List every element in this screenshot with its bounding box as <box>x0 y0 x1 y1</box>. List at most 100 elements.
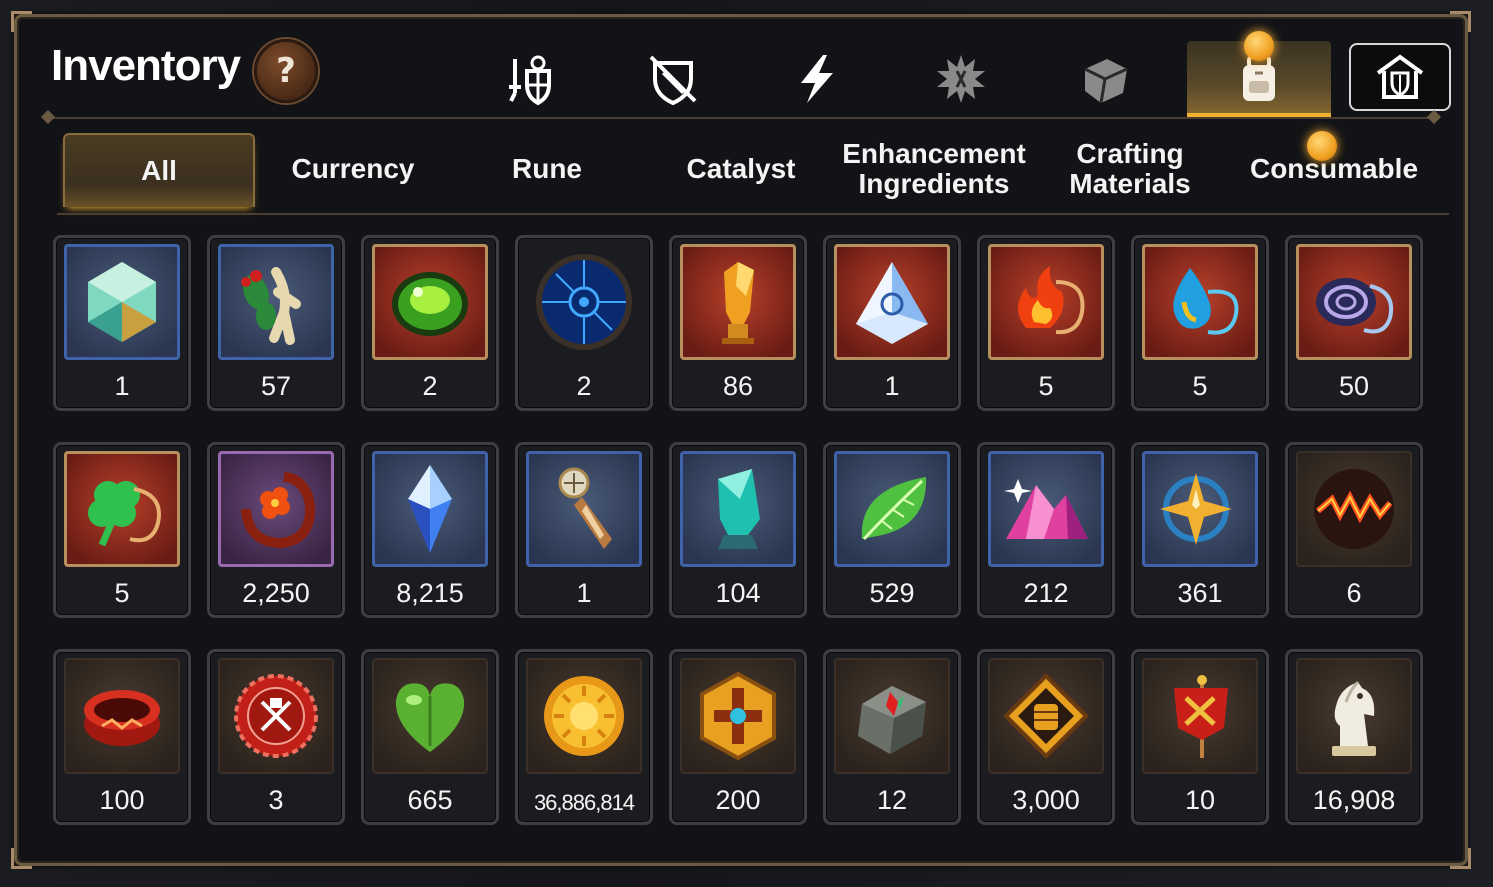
item-quantity: 10 <box>1184 785 1216 815</box>
item-art <box>526 451 642 567</box>
item-quantity: 2 <box>422 371 438 401</box>
item-quantity: 529 <box>869 578 915 608</box>
inventory-panel: Inventory ? All Currency Rune Catalyst E… <box>11 11 1471 869</box>
tab-currency[interactable]: Currency <box>259 133 447 205</box>
item-art <box>1296 658 1412 774</box>
green-leaf-icon <box>861 477 927 541</box>
item-slot[interactable]: 8,215 <box>361 442 499 618</box>
item-quantity: 5 <box>114 578 130 608</box>
item-slot[interactable]: 36,886,814 <box>515 649 653 825</box>
item-slot[interactable]: 2 <box>515 235 653 411</box>
tab-skills[interactable] <box>745 41 889 117</box>
item-art <box>372 658 488 774</box>
tab-clan-storage[interactable] <box>1349 43 1451 111</box>
red-bracelet-icon <box>84 690 160 746</box>
blue-crystal-icon <box>408 465 452 553</box>
page-title: Inventory <box>51 41 241 90</box>
item-art <box>64 244 180 360</box>
tab-shards[interactable] <box>1033 41 1177 117</box>
spiral-amulet-icon <box>1316 278 1393 334</box>
item-slot[interactable]: 361 <box>1131 442 1269 618</box>
item-slot[interactable]: 5 <box>977 235 1115 411</box>
tab-label: Catalyst <box>686 153 796 184</box>
item-art <box>988 244 1104 360</box>
gold-cross-emblem-icon <box>700 671 776 761</box>
notification-dot <box>1244 31 1274 61</box>
tab-all[interactable]: All <box>63 133 255 207</box>
item-slot[interactable]: 3 <box>207 649 345 825</box>
tab-armor[interactable] <box>601 41 745 117</box>
item-slot[interactable]: 5 <box>53 442 191 618</box>
war-banner-icon <box>1174 675 1228 758</box>
item-slot[interactable]: 665 <box>361 649 499 825</box>
item-quantity: 57 <box>260 371 292 401</box>
sub-tabs: All Currency Rune Catalyst Enhancement I… <box>63 131 1443 209</box>
item-slot[interactable]: 200 <box>669 649 807 825</box>
item-quantity: 5 <box>1038 371 1054 401</box>
item-slot[interactable]: 86 <box>669 235 807 411</box>
item-art <box>218 244 334 360</box>
water-amulet-icon <box>1173 268 1239 335</box>
item-quantity: 3 <box>268 785 284 815</box>
item-quantity: 6 <box>1346 578 1362 608</box>
lightning-bolt-icon <box>801 55 833 103</box>
item-quantity: 1 <box>114 371 130 401</box>
star-amulet-icon <box>1160 473 1232 545</box>
item-art <box>988 451 1104 567</box>
item-art <box>680 451 796 567</box>
item-quantity: 212 <box>1023 578 1069 608</box>
item-slot[interactable]: 3,000 <box>977 649 1115 825</box>
item-slot[interactable]: 529 <box>823 442 961 618</box>
teal-crystal-icon <box>718 469 760 549</box>
item-quantity: 5 <box>1192 371 1208 401</box>
tab-artifacts[interactable] <box>889 41 1033 117</box>
tab-catalyst[interactable]: Catalyst <box>647 133 835 205</box>
item-art <box>1142 658 1258 774</box>
item-slot[interactable]: 2,250 <box>207 442 345 618</box>
help-button[interactable]: ? <box>254 39 318 103</box>
item-slot[interactable]: 50 <box>1285 235 1423 411</box>
item-slot[interactable]: 1 <box>515 442 653 618</box>
item-slot[interactable]: 1 <box>823 235 961 411</box>
item-slot[interactable]: 16,908 <box>1285 649 1423 825</box>
tab-label: Enhancement Ingredients <box>842 138 1026 199</box>
item-slot[interactable]: 212 <box>977 442 1115 618</box>
pyramid-gem-icon <box>856 262 928 344</box>
warrior-shield-icon <box>509 55 551 106</box>
item-slot[interactable]: 10 <box>1131 649 1269 825</box>
spiky-gear-icon <box>937 55 985 103</box>
item-art <box>834 658 950 774</box>
item-quantity: 200 <box>715 785 761 815</box>
tab-label: All <box>141 155 177 186</box>
item-slot[interactable]: 2 <box>361 235 499 411</box>
item-quantity: 2 <box>576 371 592 401</box>
red-badge-icon <box>234 674 318 758</box>
tab-rune[interactable]: Rune <box>453 133 641 205</box>
item-slot[interactable]: 1 <box>53 235 191 411</box>
item-slot[interactable]: 12 <box>823 649 961 825</box>
frame-corner <box>11 11 32 32</box>
pink-crystal-pile-icon <box>1004 479 1088 539</box>
tab-crafting-materials[interactable]: Crafting Materials <box>1033 133 1227 205</box>
tab-enhancement-ingredients[interactable]: Enhancement Ingredients <box>839 133 1029 205</box>
crossed-shield-icon <box>649 55 697 106</box>
lava-orb-icon <box>1314 469 1394 549</box>
item-art <box>218 451 334 567</box>
frame-corner <box>1450 11 1471 32</box>
item-art <box>372 451 488 567</box>
divider <box>57 213 1449 215</box>
item-quantity: 2,250 <box>242 578 310 608</box>
amber-crystal-icon <box>722 262 754 344</box>
item-quantity: 104 <box>715 578 761 608</box>
item-slot[interactable]: 100 <box>53 649 191 825</box>
tab-bag[interactable] <box>1187 31 1331 117</box>
item-slot[interactable]: 104 <box>669 442 807 618</box>
item-quantity: 86 <box>722 371 754 401</box>
item-art <box>834 451 950 567</box>
tab-warrior-gear[interactable] <box>457 41 601 117</box>
item-art <box>1142 451 1258 567</box>
item-slot[interactable]: 57 <box>207 235 345 411</box>
item-slot[interactable]: 5 <box>1131 235 1269 411</box>
item-slot[interactable]: 6 <box>1285 442 1423 618</box>
item-art <box>834 244 950 360</box>
